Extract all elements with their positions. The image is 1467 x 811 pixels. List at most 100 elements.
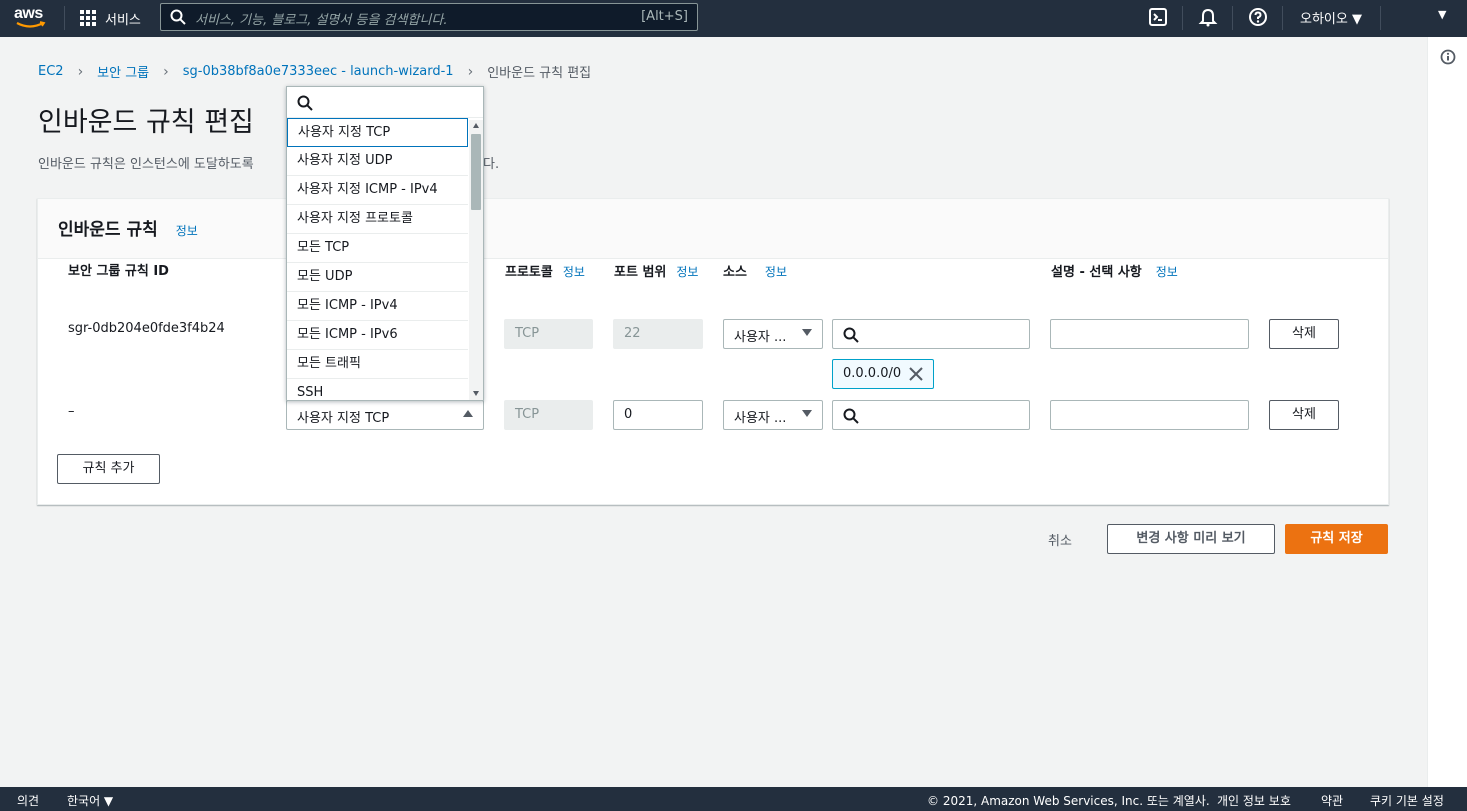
port-range-header-text: 포트 범위 [614,265,667,280]
column-header-description: 설명 - 선택 사항 정보 [1051,262,1178,283]
aws-smile-icon [16,21,46,28]
dropdown-option[interactable]: 사용자 지정 TCP [287,118,468,147]
aws-logo[interactable]: aws [14,5,50,31]
privacy-link[interactable]: 개인 정보 보호 [1217,792,1291,809]
cookie-preferences-link[interactable]: 쿠키 기본 설정 [1370,792,1444,809]
dropdown-option[interactable]: 모든 UDP [287,263,468,292]
rule-id: – [68,404,75,419]
cloudshell-icon[interactable] [1148,7,1168,27]
rule-type-value: 사용자 지정 TCP [297,411,390,426]
chevron-right-icon: › [467,63,474,80]
feedback-link[interactable]: 의견 [17,792,39,809]
copyright-text: © 2021, Amazon Web Services, Inc. 또는 계열사… [927,794,1210,808]
page-description: 인바운드 규칙은 인스턴스에 도달하도록 [38,157,254,172]
caret-up-icon [463,410,473,417]
protocol-field: TCP [504,319,593,349]
column-header-rule-id: 보안 그룹 규칙 ID [68,264,169,279]
services-label: 서비스 [105,12,141,28]
help-icon[interactable] [1248,7,1268,27]
cidr-token-label: 0.0.0.0/0 [843,366,902,381]
dropdown-option[interactable]: 모든 트래픽 [287,350,468,379]
terms-link[interactable]: 약관 [1321,792,1343,809]
search-icon [843,408,859,424]
column-header-port-range: 포트 범위 정보 [614,262,702,283]
scroll-down-icon[interactable] [473,391,479,396]
page-description-end: 다. [483,157,500,172]
add-rule-button[interactable]: 규칙 추가 [57,454,160,484]
source-type-value: 사용자 ... [734,330,787,345]
close-icon[interactable] [907,365,925,383]
search-placeholder: 서비스, 기능, 블로그, 설명서 등을 검색합니다. [195,13,448,28]
dropdown-option[interactable]: 모든 ICMP - IPv6 [287,321,468,350]
column-header-protocol: 프로토콜 정보 [505,262,590,283]
description-header-text: 설명 - 선택 사항 [1051,265,1142,280]
breadcrumb: EC2 › 보안 그룹 › sg-0b38bf8a0e7333eec - lau… [38,62,592,82]
rule-id: sgr-0db204e0fde3f4b24 [68,321,225,336]
region-selector[interactable]: 오하이오 ▼ [1300,8,1362,27]
nav-divider [1380,6,1381,30]
dropdown-scrollbar[interactable] [469,120,483,400]
top-navigation: aws 서비스 서비스, 기능, 블로그, 설명서 등을 검색합니다. [Alt… [0,0,1467,37]
page-title: 인바운드 규칙 편집 [38,107,254,138]
source-header-text: 소스 [723,265,747,280]
caret-down-icon [802,410,812,417]
search-icon [843,327,859,343]
dropdown-search-input[interactable] [287,87,483,118]
breadcrumb-security-group[interactable]: sg-0b38bf8a0e7333eec - launch-wizard-1 [183,64,454,79]
dropdown-option[interactable]: 사용자 지정 ICMP - IPv4 [287,176,468,205]
console-footer: 의견 한국어 ▼ © 2021, Amazon Web Services, In… [0,787,1467,811]
bell-icon[interactable] [1198,7,1218,27]
save-rules-button[interactable]: 규칙 저장 [1285,524,1388,554]
panel-header: 인바운드 규칙 정보 [38,199,1388,259]
panel-info-link[interactable]: 정보 [176,224,198,238]
rule-type-dropdown: 사용자 지정 TCP 사용자 지정 UDP 사용자 지정 ICMP - IPv4… [286,86,484,401]
delete-rule-button[interactable]: 삭제 [1269,319,1339,349]
help-panel-rail [1427,37,1467,787]
source-type-value: 사용자 ... [734,411,787,426]
source-type-select[interactable]: 사용자 ... [723,400,823,430]
description-input[interactable] [1050,319,1249,349]
description-info-link[interactable]: 정보 [1156,265,1178,279]
global-search-input[interactable]: 서비스, 기능, 블로그, 설명서 등을 검색합니다. [Alt+S] [160,3,698,31]
account-menu-arrow[interactable]: ▼ [1438,8,1446,21]
nav-divider [1182,6,1183,30]
source-cidr-search-input[interactable] [832,400,1030,430]
source-cidr-search-input[interactable] [832,319,1030,349]
nav-divider [64,6,65,30]
nav-divider [1282,6,1283,30]
cidr-token: 0.0.0.0/0 [832,359,934,389]
nav-divider [1232,6,1233,30]
chevron-right-icon: › [77,63,84,80]
delete-rule-button[interactable]: 삭제 [1269,400,1339,430]
grid-icon [80,9,97,27]
breadcrumb-ec2[interactable]: EC2 [38,64,64,79]
protocol-field: TCP [504,400,593,430]
search-shortcut: [Alt+S] [641,9,688,24]
services-menu-button[interactable]: 서비스 [80,8,141,28]
protocol-info-link[interactable]: 정보 [563,265,585,279]
dropdown-option[interactable]: 사용자 지정 UDP [287,147,468,176]
breadcrumb-current: 인바운드 규칙 편집 [487,66,592,81]
info-icon[interactable] [1440,49,1456,65]
source-type-select[interactable]: 사용자 ... [723,319,823,349]
preview-changes-button[interactable]: 변경 사항 미리 보기 [1107,524,1275,554]
language-selector[interactable]: 한국어 ▼ [67,792,113,809]
source-info-link[interactable]: 정보 [765,265,787,279]
port-range-field: 22 [613,319,703,349]
column-header-source: 소스 정보 [723,262,787,283]
search-icon [297,95,313,111]
dropdown-option[interactable]: 모든 ICMP - IPv4 [287,292,468,321]
cancel-button[interactable]: 취소 [1048,530,1072,549]
scroll-up-icon[interactable] [473,123,479,128]
dropdown-option[interactable]: 사용자 지정 프로토콜 [287,205,468,234]
breadcrumb-security-groups[interactable]: 보안 그룹 [97,62,149,81]
scrollbar-thumb[interactable] [471,134,481,210]
dropdown-option[interactable]: 모든 TCP [287,234,468,263]
panel-title: 인바운드 규칙 정보 [58,215,198,240]
rule-type-select[interactable]: 사용자 지정 TCP [286,400,484,430]
dropdown-option[interactable]: SSH [287,379,468,400]
port-range-input[interactable]: 0 [613,400,703,430]
port-range-info-link[interactable]: 정보 [676,265,698,279]
description-input[interactable] [1050,400,1249,430]
protocol-header-text: 프로토콜 [505,265,553,280]
